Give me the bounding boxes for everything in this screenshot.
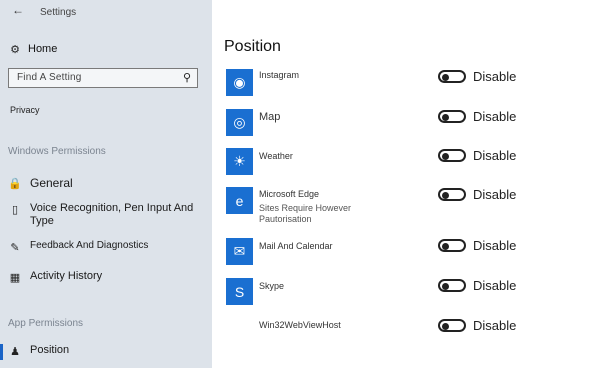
app-row-microsoft-edge: e Microsoft Edge Sites Require However P… — [226, 187, 610, 231]
windows-permissions-header: Windows Permissions — [8, 146, 106, 157]
privacy-label: Privacy — [10, 105, 40, 115]
toggle-state-label: Disable — [473, 187, 517, 202]
home-label: Home — [28, 43, 58, 55]
app-subtext: Sites Require However Pautorisation — [259, 203, 352, 224]
toggle-state-label: Disable — [473, 238, 517, 253]
sidebar-item-label: Position — [30, 344, 70, 356]
toggle-state-label: Disable — [473, 278, 517, 293]
person-icon: ♟ — [10, 345, 20, 358]
app-name: Microsoft Edge — [259, 189, 320, 199]
back-arrow-icon[interactable]: ← — [12, 3, 24, 17]
sidebar-item-voice-recognition[interactable]: ▯ Voice Recognition, Pen Input And Type — [8, 202, 200, 228]
selection-indicator — [0, 344, 3, 360]
lock-icon: 🔒 — [8, 177, 22, 190]
toggle-weather[interactable] — [438, 149, 466, 162]
app-name: Mail And Calendar — [259, 241, 333, 251]
sidebar-item-label: Voice Recognition, Pen Input And Type — [30, 202, 194, 227]
app-row-mail-calendar: ✉ Mail And Calendar Disable — [226, 238, 610, 270]
weather-icon: ☀ — [226, 148, 253, 175]
app-row-instagram: ◉ Instagram Disable — [226, 69, 610, 101]
app-name: Win32WebViewHost — [259, 320, 341, 330]
toggle-state-label: Disable — [473, 148, 517, 163]
titlebar: ← Settings — [0, 0, 212, 28]
toggle-microsoft-edge[interactable] — [438, 188, 466, 201]
toggle-skype[interactable] — [438, 279, 466, 292]
app-name: Weather — [259, 151, 293, 161]
sidebar-item-label: General — [30, 176, 73, 190]
sidebar-item-activity-history[interactable]: ▦ Activity History — [8, 270, 102, 284]
toggle-map[interactable] — [438, 110, 466, 123]
toggle-instagram[interactable] — [438, 70, 466, 83]
app-row-win32webviewhost: Win32WebViewHost Disable — [226, 318, 610, 350]
instagram-icon: ◉ — [226, 69, 253, 96]
toggle-state-label: Disable — [473, 69, 517, 84]
sidebar: ← Settings ⚙ Home Find A Setting ⚲ Priva… — [0, 0, 212, 368]
sidebar-item-general[interactable]: 🔒 General — [8, 176, 73, 190]
edge-icon: e — [226, 187, 253, 214]
app-name: Skype — [259, 281, 285, 291]
toggle-state-label: Disable — [473, 109, 517, 124]
sidebar-item-label: Feedback And Diagnostics — [30, 240, 149, 251]
app-row-map: ◎ Map Disable — [226, 109, 610, 141]
sidebar-item-label: Activity History — [30, 270, 103, 282]
toggle-win32webviewhost[interactable] — [438, 319, 466, 332]
skype-icon: S — [226, 278, 253, 305]
map-icon: ◎ — [226, 109, 253, 136]
history-icon: ▦ — [9, 271, 21, 284]
feedback-icon: ✎ — [10, 241, 20, 254]
toggle-mail-calendar[interactable] — [438, 239, 466, 252]
sidebar-item-position[interactable]: ♟ Position — [8, 344, 69, 358]
sidebar-item-feedback-diagnostics[interactable]: ✎ Feedback And Diagnostics — [8, 240, 148, 254]
app-row-skype: S Skype Disable — [226, 278, 610, 310]
app-name: Instagram — [259, 70, 300, 80]
mail-icon: ✉ — [226, 238, 253, 265]
search-icon[interactable]: ⚲ — [183, 71, 191, 84]
gear-icon: ⚙ — [10, 43, 20, 56]
app-name: Map — [259, 111, 281, 123]
page-title: Position — [224, 38, 281, 55]
search-input[interactable]: Find A Setting ⚲ — [8, 68, 198, 88]
app-title: Settings — [40, 7, 77, 18]
toggle-state-label: Disable — [473, 318, 517, 333]
app-row-weather: ☀ Weather Disable — [226, 148, 610, 180]
app-permissions-header: App Permissions — [8, 318, 84, 329]
clipboard-icon: ▯ — [11, 203, 19, 216]
main-content: Position ◉ Instagram Disable ◎ Map Disab… — [212, 0, 610, 368]
sidebar-item-home[interactable]: ⚙ Home — [8, 40, 57, 58]
search-placeholder: Find A Setting — [17, 72, 82, 83]
